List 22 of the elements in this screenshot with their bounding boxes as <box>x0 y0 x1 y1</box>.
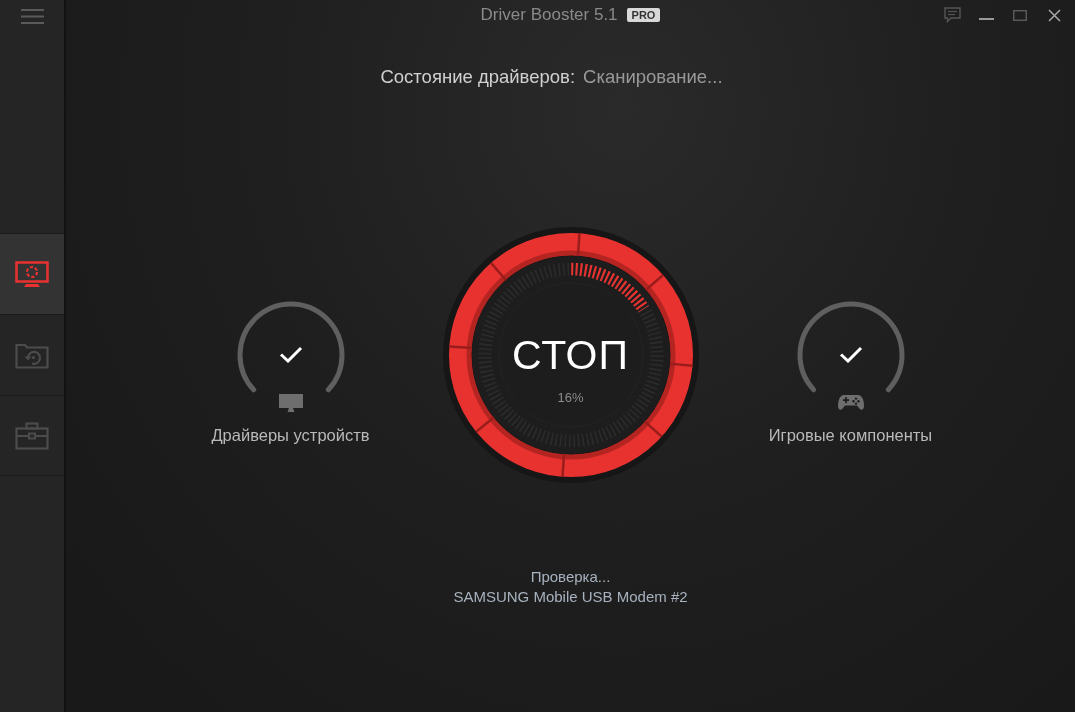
chat-icon <box>943 7 961 23</box>
category-label: Игровые компоненты <box>768 425 933 445</box>
maximize-icon <box>1013 9 1027 21</box>
monitor-scan-icon <box>15 260 49 288</box>
monitor-icon <box>278 394 303 412</box>
pro-badge: PRO <box>626 8 661 22</box>
gamepad-icon <box>837 394 864 411</box>
status-label: Состояние драйверов: <box>380 66 576 88</box>
folder-restore-icon <box>15 341 49 369</box>
stop-button[interactable]: СТОП <box>508 330 633 380</box>
close-icon <box>1047 8 1061 22</box>
menu-icon <box>20 9 44 24</box>
sidebar-item[interactable] <box>0 233 64 314</box>
minimize-icon <box>978 18 994 20</box>
progress-percent: 16% <box>557 389 584 407</box>
progress-item: SAMSUNG Mobile USB Modem #2 <box>453 587 688 607</box>
progress-label: Проверка... <box>530 567 611 587</box>
window-title: Driver Booster 5.1 <box>480 4 618 26</box>
status-value: Сканирование... <box>583 66 723 88</box>
toolbox-icon <box>15 421 49 450</box>
category-label: Драйверы устройств <box>211 425 370 445</box>
sidebar-item[interactable] <box>0 395 64 476</box>
